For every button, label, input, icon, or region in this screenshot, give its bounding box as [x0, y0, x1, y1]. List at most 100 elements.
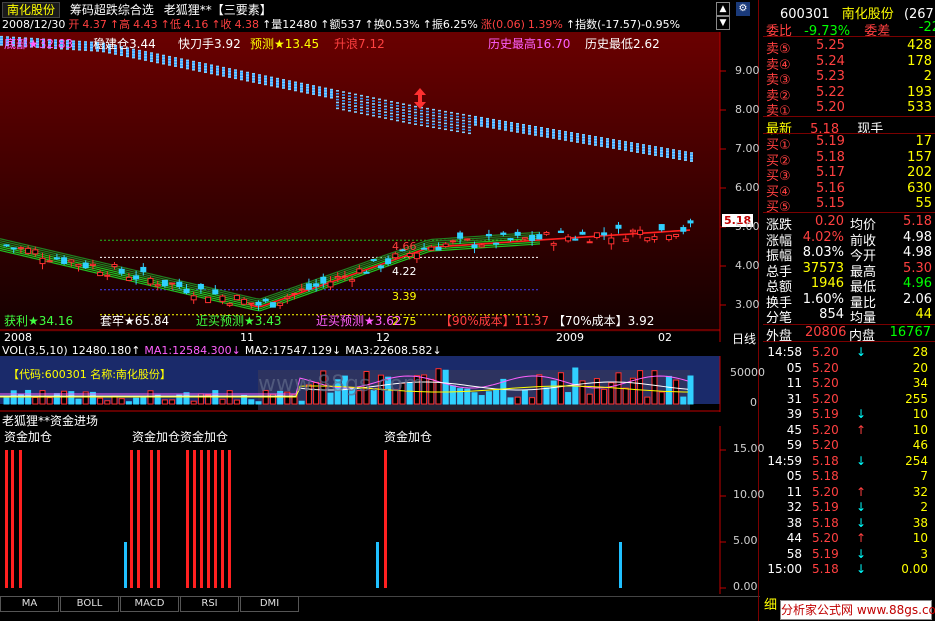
tick-row: 44 5.20 ↑ 10	[764, 531, 932, 547]
detail-tab[interactable]: 细	[764, 594, 777, 613]
chip-dot	[414, 111, 417, 114]
candle-body	[140, 266, 147, 273]
chip-dot	[498, 125, 501, 128]
chip-dot	[432, 114, 435, 117]
chip-dot	[78, 43, 81, 46]
stat-value: 5.18	[903, 214, 932, 229]
tick-row: 15:00 5.18 ↓ 0.00	[764, 562, 932, 578]
chip-dot	[576, 138, 579, 141]
volume-bar	[471, 392, 478, 405]
chip-dot	[678, 155, 681, 158]
order-volume: 202	[907, 165, 932, 180]
inflow-tick-label: 10.00	[733, 488, 765, 501]
scroll-up-icon[interactable]: ▲	[716, 2, 730, 16]
formula-name[interactable]: 筹码超跌综合选	[70, 3, 154, 17]
scroll-down-icon[interactable]: ▼	[716, 16, 730, 30]
chip-dot	[330, 95, 333, 98]
chip-dot	[480, 118, 483, 120]
volume-bar	[133, 397, 140, 405]
chip-dot	[150, 53, 153, 56]
chip-dot	[630, 143, 633, 146]
chip-dot	[258, 81, 261, 83]
chip-dot	[462, 113, 465, 116]
chip-dot	[582, 135, 585, 138]
watermark: www.88gs.com	[258, 372, 425, 397]
chip-dot	[606, 142, 609, 144]
chip-dot	[618, 148, 621, 150]
stat-value: 37573	[802, 260, 844, 276]
chip-dot	[516, 128, 519, 131]
chip-dot	[504, 120, 507, 123]
date-label: 02	[658, 331, 672, 344]
chip-dot	[156, 54, 159, 57]
candle-body	[637, 229, 644, 235]
kline-chart[interactable]	[0, 32, 760, 344]
candle-body	[111, 264, 118, 268]
divider	[763, 36, 935, 37]
inflow-bar-red	[221, 450, 224, 588]
tick-volume: 2	[920, 500, 928, 514]
candle-body	[17, 247, 24, 250]
chip-dot	[246, 71, 249, 74]
tab-boll[interactable]: BOLL	[60, 596, 119, 612]
chip-dot	[150, 60, 153, 63]
tick-time: 15:00	[767, 562, 802, 576]
chip-dot	[396, 102, 399, 104]
chip-dot	[180, 63, 183, 66]
chip-dot	[480, 123, 483, 126]
chip-dot	[582, 139, 585, 142]
volume-bar	[3, 397, 10, 405]
chip-dot	[324, 90, 327, 92]
chip-dot	[264, 76, 267, 79]
chip-dot	[684, 156, 687, 159]
chip-dot	[246, 78, 249, 81]
period-label[interactable]: 日线	[732, 330, 756, 347]
tab-rsi[interactable]: RSI	[180, 596, 239, 612]
chip-dot	[318, 93, 321, 95]
chip-dot	[276, 77, 279, 80]
chip-dot	[162, 60, 165, 62]
capital-inflow-chart[interactable]	[0, 426, 760, 594]
chip-dot	[210, 64, 213, 67]
chip-dot	[258, 78, 261, 80]
chip-dot	[300, 86, 303, 89]
tab-dmi[interactable]: DMI	[240, 596, 299, 612]
chip-dot	[678, 156, 681, 159]
chip-dot	[354, 108, 357, 110]
chip-dot	[282, 85, 285, 88]
chip-dot	[408, 113, 411, 115]
chip-dot	[420, 109, 423, 112]
chip-dot	[342, 97, 345, 99]
chip-dot	[624, 149, 627, 151]
chip-dot	[414, 117, 417, 120]
inflow-label: 资金加仓资金加仓	[132, 430, 229, 444]
chip-dot	[156, 60, 159, 62]
chip-dot	[312, 93, 315, 95]
chip-dot	[330, 88, 333, 91]
tick-arrow: ↓	[856, 500, 867, 514]
tick-row: 11 5.20 ↑ 32	[764, 485, 932, 501]
chip-dot	[462, 128, 465, 131]
quote-summary-row: 2008/12/30 开 4.37 ↑高 4.43 ↑低 4.16 ↑收 4.38 ↑量12480…	[2, 16, 683, 32]
order-volume: 533	[907, 100, 932, 115]
chip-dot	[444, 122, 447, 125]
chip-dot	[282, 80, 285, 83]
tab-ma[interactable]: MA	[0, 596, 59, 612]
chip-dot	[216, 69, 219, 72]
chip-dot	[342, 91, 345, 93]
chip-dot	[606, 139, 609, 142]
chip-dot	[540, 129, 543, 132]
chip-dot	[492, 123, 495, 125]
chip-dot	[126, 55, 129, 58]
settings-icon[interactable]: ⚙	[736, 2, 750, 16]
price-level-label: 3.39	[392, 290, 417, 303]
chip-dot	[474, 122, 477, 125]
tab-macd[interactable]: MACD	[120, 596, 179, 612]
chip-dot	[276, 84, 279, 87]
candle-body	[46, 260, 53, 263]
chip-dot	[570, 134, 573, 137]
chip-dot	[618, 144, 621, 146]
chip-dot	[132, 55, 135, 58]
tick-time: 31	[786, 391, 802, 406]
chip-dot	[426, 116, 429, 119]
